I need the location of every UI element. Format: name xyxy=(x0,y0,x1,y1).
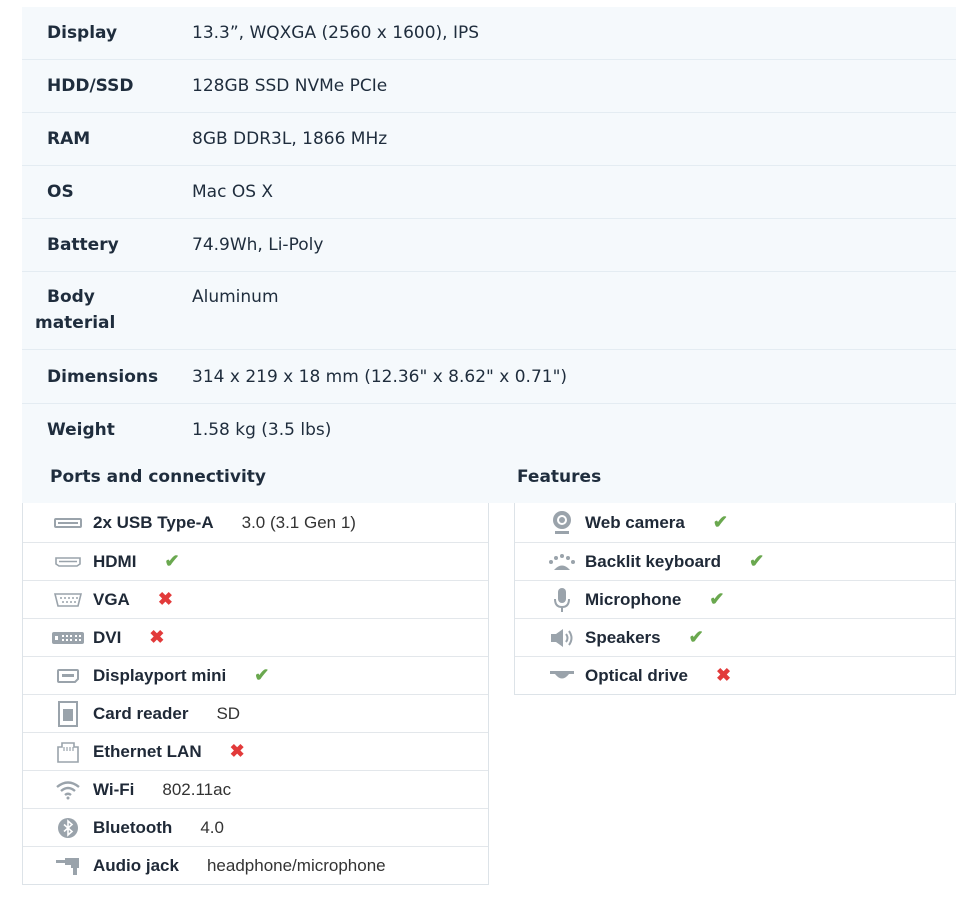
hdmi-icon xyxy=(51,549,85,575)
port-name: Ethernet LAN xyxy=(93,741,202,761)
ports-section-title: Ports and connectivity xyxy=(22,452,489,503)
spec-label: RAM xyxy=(47,129,91,149)
port-name: Wi-Fi xyxy=(93,779,135,799)
check-icon: ✔ xyxy=(709,589,725,609)
dvi-icon xyxy=(51,625,85,651)
port-item-bluetooth: Bluetooth 4.0 xyxy=(23,808,488,846)
port-value: 802.11ac xyxy=(162,779,232,799)
check-icon: ✔ xyxy=(254,665,270,685)
webcam-icon xyxy=(545,510,579,536)
wifi-icon xyxy=(51,777,85,803)
feature-item-backlit-keyboard: Backlit keyboard ✔ xyxy=(515,542,955,580)
port-item-card-reader: Card reader SD xyxy=(23,694,488,732)
spec-row-ram: RAM 8GB DDR3L, 1866 MHz xyxy=(22,113,956,166)
spec-label: Display xyxy=(47,23,118,43)
spec-label-line: material xyxy=(35,313,116,333)
displayport-icon xyxy=(51,663,85,689)
spec-label: Battery xyxy=(47,235,119,255)
port-value: 4.0 xyxy=(200,817,224,837)
spec-value: Mac OS X xyxy=(192,182,274,202)
bluetooth-icon xyxy=(51,815,85,841)
spec-label-line: Body xyxy=(47,287,95,307)
feature-name: Microphone xyxy=(585,589,682,609)
backlit-keyboard-icon xyxy=(545,549,579,575)
optical-drive-icon xyxy=(545,663,579,689)
port-name: HDMI xyxy=(93,551,137,571)
port-item-ethernet: Ethernet LAN ✖ xyxy=(23,732,488,770)
usb-icon xyxy=(51,510,85,536)
cross-icon: ✖ xyxy=(149,627,165,647)
check-icon: ✔ xyxy=(688,627,704,647)
spec-value: 13.3”, WQXGA (2560 x 1600), IPS xyxy=(192,23,480,43)
feature-item-webcam: Web camera ✔ xyxy=(515,503,955,542)
spec-label: Body material xyxy=(22,284,192,336)
port-name: Card reader xyxy=(93,703,189,723)
features-list: Web camera ✔ Backlit keyboard ✔ Micropho… xyxy=(514,503,956,695)
port-item-wifi: Wi-Fi 802.11ac xyxy=(23,770,488,808)
spec-value: 8GB DDR3L, 1866 MHz xyxy=(192,129,388,149)
speaker-icon xyxy=(545,625,579,651)
cross-icon: ✖ xyxy=(715,665,732,685)
spec-value: Aluminum xyxy=(192,287,279,307)
port-name: Displayport mini xyxy=(93,665,227,685)
spec-label: Weight xyxy=(47,420,115,440)
check-icon: ✔ xyxy=(164,551,180,571)
spec-value: 1.58 kg (3.5 lbs) xyxy=(192,420,332,440)
port-name: 2x USB Type-A xyxy=(93,512,214,532)
port-name: DVI xyxy=(93,627,122,647)
cross-icon: ✖ xyxy=(229,741,245,761)
port-item-vga: VGA ✖ xyxy=(23,580,488,618)
spec-label: Dimensions xyxy=(47,366,159,387)
microphone-icon xyxy=(545,587,579,613)
feature-name: Backlit keyboard xyxy=(585,551,722,571)
port-item-audio-jack: Audio jack headphone/microphone xyxy=(23,846,488,884)
specs-table: Display 13.3”, WQXGA (2560 x 1600), IPS … xyxy=(22,7,956,456)
port-item-hdmi: HDMI ✔ xyxy=(23,542,488,580)
spec-row-battery: Battery 74.9Wh, Li-Poly xyxy=(22,219,956,272)
spec-row-storage: HDD/SSD 128GB SSD NVMe PCIe xyxy=(22,60,956,113)
port-name: Audio jack xyxy=(93,855,179,875)
port-name: Bluetooth xyxy=(93,817,173,837)
port-name: VGA xyxy=(93,589,130,609)
feature-name: Speakers xyxy=(585,627,661,647)
check-icon: ✔ xyxy=(712,512,728,532)
spec-label: OS xyxy=(47,182,74,202)
spec-row-os: OS Mac OS X xyxy=(22,166,956,219)
port-value: headphone/microphone xyxy=(206,855,386,875)
vga-icon xyxy=(51,587,85,613)
cross-icon: ✖ xyxy=(157,589,173,609)
port-item-usb: 2x USB Type-A 3.0 (3.1 Gen 1) xyxy=(23,503,488,542)
audio-jack-icon xyxy=(51,853,85,879)
port-item-displayport: Displayport mini ✔ xyxy=(23,656,488,694)
port-value: 3.0 (3.1 Gen 1) xyxy=(241,512,356,532)
feature-name: Web camera xyxy=(585,512,685,532)
spec-row-display: Display 13.3”, WQXGA (2560 x 1600), IPS xyxy=(22,7,956,60)
feature-name: Optical drive xyxy=(585,665,688,685)
port-item-dvi: DVI ✖ xyxy=(23,618,488,656)
features-section-title: Features xyxy=(489,452,956,503)
spec-row-body-material: Body material Aluminum xyxy=(22,272,956,350)
spec-value: 128GB SSD NVMe PCIe xyxy=(192,76,388,96)
spec-label: HDD/SSD xyxy=(47,76,134,96)
spec-value: 74.9Wh, Li-Poly xyxy=(192,235,324,255)
spec-value: 314 x 219 x 18 mm (12.36" x 8.62" x 0.71… xyxy=(192,366,568,387)
sd-card-icon xyxy=(51,700,85,727)
ethernet-icon xyxy=(51,739,85,765)
spec-row-dimensions: Dimensions 314 x 219 x 18 mm (12.36" x 8… xyxy=(22,350,956,404)
ports-list: 2x USB Type-A 3.0 (3.1 Gen 1) HDMI ✔ VGA… xyxy=(22,503,489,885)
port-value: SD xyxy=(216,703,241,723)
feature-item-speakers: Speakers ✔ xyxy=(515,618,955,656)
check-icon: ✔ xyxy=(749,551,765,571)
feature-item-microphone: Microphone ✔ xyxy=(515,580,955,618)
spec-row-weight: Weight 1.58 kg (3.5 lbs) xyxy=(22,404,956,456)
feature-item-optical-drive: Optical drive ✖ xyxy=(515,656,955,694)
